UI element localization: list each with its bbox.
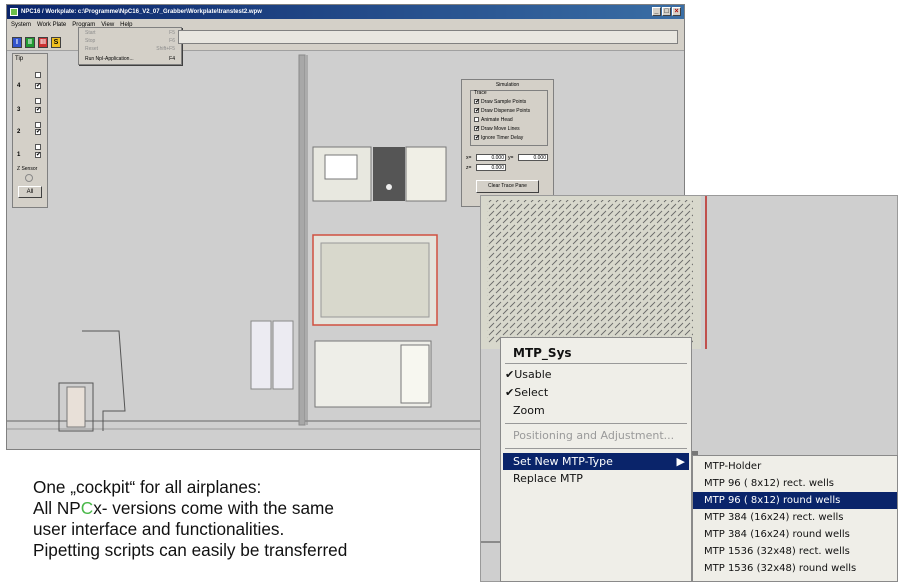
caption-line-3: user interface and functionalities. [33,519,285,539]
check-icon: ✔ [505,368,515,381]
x-field[interactable]: 0.000 [476,154,506,161]
menu-item-set-new-mtp-type[interactable]: Set New MTP-Type ▶ [503,453,689,470]
toolbar-field [178,30,678,44]
tip-label-1: 1 [17,152,21,158]
minimize-button[interactable]: _ [652,7,661,16]
checkbox-icon: ✔ [474,135,481,142]
menu-item-reset[interactable]: Reset Shift+F5 [85,46,177,53]
simulation-title: Simulation [495,82,520,88]
all-tips-button[interactable]: All [18,186,42,198]
close-button[interactable]: × [672,7,681,16]
menu-item-stop[interactable]: Stop F6 [85,38,177,45]
caption-line-2: All NPCx- versions come with the same [33,498,334,518]
opt-draw-sample-points[interactable]: ✔Draw Sample Points [474,99,526,105]
tip-checkbox-3[interactable]: ✔ [35,107,41,113]
z-sensor-indicator-icon [25,174,33,182]
tip-panel-title: Tip [15,56,24,62]
y-field[interactable]: 0.000 [518,154,548,161]
z-sensor-label: Z Sensor [17,166,38,172]
window-title: NPC16 / Workplate: c:\Programme\NpC16_V2… [21,9,262,15]
caption-line-4: Pipetting scripts can easily be transfer… [33,540,348,560]
tool-button-4[interactable]: S [51,37,61,48]
menu-divider [505,363,687,364]
clear-trace-pane-button[interactable]: Clear Trace Pane [476,180,539,193]
caption-line-1: One „cockpit“ for all airplanes: [33,477,262,497]
window-controls: _ □ × [652,7,681,16]
tip-checkbox[interactable] [35,122,41,128]
menu-item-run-npi[interactable]: Run NpI-Application... F4 [85,56,177,63]
tip-label-2: 2 [17,129,21,135]
trace-group: Trace ✔Draw Sample Points ✔Draw Dispense… [470,90,548,146]
mtp-type-submenu: MTP-Holder MTP 96 ( 8x12) rect. wells MT… [692,455,898,582]
menu-item-zoom[interactable]: Zoom [513,404,545,417]
tool-button-2[interactable]: II [25,37,35,48]
checkbox-icon: ✔ [474,126,481,133]
opt-animate-head[interactable]: Animate Head [474,117,513,123]
submenu-item[interactable]: MTP 384 (16x24) rect. wells [693,509,897,526]
submenu-item-selected[interactable]: MTP 96 ( 8x12) round wells [693,492,897,509]
trace-label: Trace [474,90,487,96]
submenu-item[interactable]: MTP 384 (16x24) round wells [693,526,897,543]
x-label: x= [466,155,472,161]
menu-item-usable[interactable]: ✔Usable [505,368,552,381]
check-icon: ✔ [505,386,515,399]
checkbox-icon: ✔ [474,99,481,106]
tip-panel: Tip 4 ✔ 3 ✔ 2 ✔ 1 ✔ Z Sensor All [12,53,48,208]
submenu-item[interactable]: MTP-Holder [693,458,897,475]
checkbox-icon [474,117,479,123]
menu-system[interactable]: System [11,19,31,32]
opt-draw-dispense-points[interactable]: ✔Draw Dispense Points [474,108,530,114]
z-field[interactable]: 0.000 [476,164,506,171]
z-label: z= [466,165,472,171]
menu-work-plate[interactable]: Work Plate [37,19,66,32]
submenu-arrow-icon: ▶ [676,455,685,468]
opt-ignore-timer-delay[interactable]: ✔Ignore Timer Delay [474,135,523,141]
tool-button-1[interactable]: I [12,37,22,48]
context-menu-title: MTP_Sys [513,346,572,360]
tip-checkbox[interactable] [35,72,41,78]
menu-divider [505,448,687,449]
tool-button-3[interactable]: III [38,37,48,48]
tip-checkbox-2[interactable]: ✔ [35,129,41,135]
submenu-item[interactable]: MTP 1536 (32x48) rect. wells [693,543,897,560]
menu-item-replace-mtp[interactable]: Replace MTP [513,472,583,485]
context-menu: MTP_Sys ✔Usable ✔Select Zoom Positioning… [500,337,692,582]
menu-item-select[interactable]: ✔Select [505,386,548,399]
tip-checkbox[interactable] [35,144,41,150]
menu-item-start[interactable]: Start F5 [85,30,177,37]
y-label: y= [508,155,514,161]
submenu-item[interactable]: MTP 1536 (32x48) round wells [693,560,897,577]
tip-checkbox[interactable] [35,98,41,104]
program-menu: Start F5 Stop F6 Reset Shift+F5 Run NpI-App… [78,27,182,65]
tip-label-4: 4 [17,83,21,89]
title-bar: NPC16 / Workplate: c:\Programme\NpC16_V2… [7,5,684,19]
tip-label-3: 3 [17,107,21,113]
submenu-item[interactable]: MTP 96 ( 8x12) rect. wells [693,475,897,492]
menu-divider [505,423,687,424]
checkbox-icon: ✔ [474,108,481,115]
maximize-button[interactable]: □ [662,7,671,16]
opt-draw-move-lines[interactable]: ✔Draw Move Lines [474,126,520,132]
simulation-panel: Simulation Trace ✔Draw Sample Points ✔Dr… [461,79,554,207]
tip-checkbox-4[interactable]: ✔ [35,83,41,89]
menu-item-positioning[interactable]: Positioning and Adjustment... [513,429,674,442]
tip-checkbox-1[interactable]: ✔ [35,152,41,158]
caption-text: One „cockpit“ for all airplanes: All NPC… [33,477,483,561]
app-icon [10,8,18,16]
